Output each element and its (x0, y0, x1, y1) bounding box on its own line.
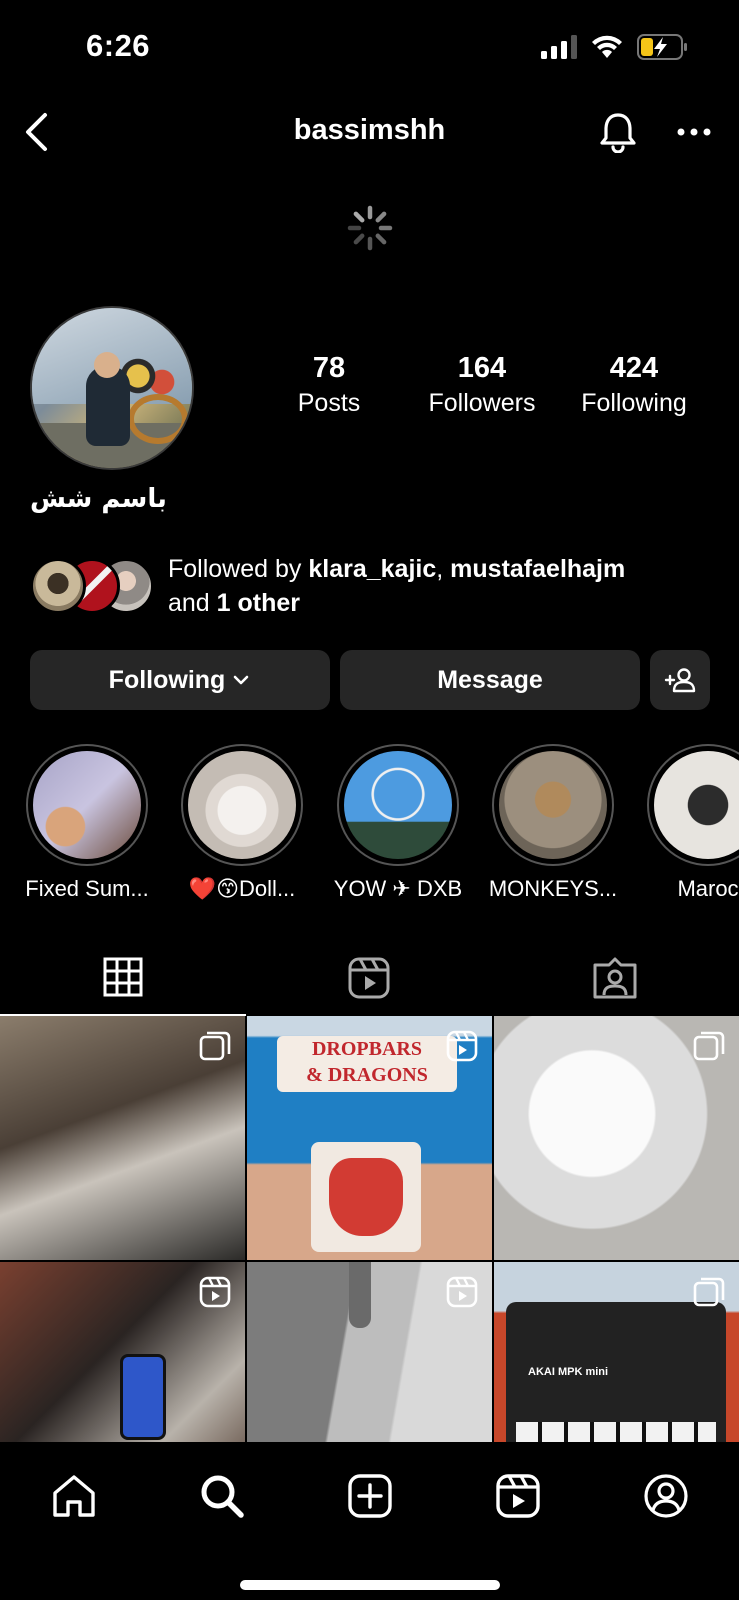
followed-by-prefix: Followed by (168, 555, 309, 583)
more-horizontal-icon (677, 128, 711, 136)
mutual-user-1: klara_kajic (308, 555, 437, 583)
status-icons (541, 34, 689, 60)
mutual-avatar (30, 558, 86, 614)
highlight-cover (33, 751, 141, 859)
poster-line-1: DROPBARS (311, 1038, 422, 1060)
reel-badge-icon (446, 1276, 478, 1308)
nav-home[interactable] (44, 1466, 104, 1526)
bell-icon (600, 113, 636, 153)
following-button[interactable]: Following (30, 650, 330, 710)
mutual-avatars (30, 558, 154, 614)
highlight-label: Maroc (677, 876, 739, 901)
grid-icon (103, 957, 143, 997)
tab-posts-grid[interactable] (0, 940, 246, 1016)
status-bar: 6:26 (0, 0, 739, 100)
followed-by-separator: , (436, 555, 451, 583)
posts-stat[interactable]: 78 Posts (278, 352, 380, 418)
add-user-icon (664, 668, 696, 693)
post-thumbnail[interactable] (494, 1016, 739, 1260)
create-icon (348, 1474, 392, 1518)
followed-by-and: and (168, 589, 217, 617)
nav-create[interactable] (340, 1466, 400, 1526)
reels-icon (496, 1474, 540, 1518)
carousel-icon (693, 1031, 725, 1061)
reels-icon (348, 957, 390, 999)
nav-profile[interactable] (636, 1466, 696, 1526)
highlight-label: Fixed Sum... (25, 876, 149, 901)
tab-tagged[interactable] (492, 940, 738, 1016)
profile-display-name: باسم شش (30, 484, 167, 514)
highlight-label: MONKEYS... (488, 876, 618, 901)
highlight-cover (654, 751, 739, 859)
wifi-icon (592, 35, 622, 58)
message-button[interactable]: Message (340, 650, 640, 710)
posts-count: 78 (312, 352, 346, 384)
mutual-user-2: mustafaelhajm (450, 555, 626, 583)
post-thumbnail[interactable] (247, 1262, 492, 1442)
bottom-navigation (0, 1442, 739, 1600)
posts-label: Posts (297, 389, 361, 417)
home-indicator[interactable] (240, 1580, 500, 1590)
tagged-icon (593, 957, 637, 999)
posts-grid: DROPBARS & DRAGONS AKAI MPK mini (0, 1016, 739, 1442)
reel-badge-icon (446, 1030, 478, 1062)
battery-charging-icon (637, 34, 687, 60)
profile-avatar[interactable] (30, 306, 194, 470)
suggested-users-button[interactable] (650, 650, 710, 710)
profile-header: bassimshh (0, 100, 739, 164)
following-stat[interactable]: 424 Following (572, 352, 696, 418)
home-icon (53, 1475, 95, 1517)
carousel-icon (199, 1031, 231, 1061)
nav-reels[interactable] (488, 1466, 548, 1526)
highlight-item[interactable]: YOW ✈ DXB (323, 744, 473, 902)
highlight-label: ❤️😙Doll... (188, 876, 296, 901)
highlight-item[interactable]: Maroc (633, 744, 739, 902)
highlight-item[interactable]: MONKEYS... (478, 744, 628, 902)
post-poster: DROPBARS & DRAGONS (277, 1036, 457, 1092)
loading-spinner-icon (347, 205, 393, 251)
post-thumbnail[interactable] (0, 1016, 245, 1260)
signal-icon (541, 35, 577, 59)
following-count: 424 (609, 352, 659, 384)
following-button-label: Following (108, 665, 226, 694)
chevron-down-icon (234, 675, 249, 685)
followers-label: Followers (428, 389, 536, 417)
followed-by-text: Followed by klara_kajic, mustafaelhajm a… (168, 552, 625, 620)
notifications-button[interactable] (593, 106, 643, 158)
following-label: Following (581, 389, 687, 417)
poster-line-2: & DRAGONS (306, 1064, 428, 1086)
nav-search[interactable] (192, 1466, 252, 1526)
mutual-others: 1 other (216, 589, 301, 617)
highlight-cover (188, 751, 296, 859)
carousel-icon (693, 1277, 725, 1307)
post-thumbnail[interactable] (0, 1262, 245, 1442)
highlight-item[interactable]: ❤️😙Doll... (167, 744, 317, 902)
message-button-label: Message (437, 665, 543, 694)
profile-icon (644, 1474, 688, 1518)
tab-reels[interactable] (246, 940, 492, 1016)
reel-badge-icon (199, 1276, 231, 1308)
post-thumbnail[interactable]: DROPBARS & DRAGONS (247, 1016, 492, 1260)
highlight-cover (499, 751, 607, 859)
profile-actions: Following Message (30, 650, 710, 710)
story-highlights: Fixed Sum... ❤️😙Doll... YOW ✈ DXB MONKEY… (0, 744, 739, 904)
followers-stat[interactable]: 164 Followers (418, 352, 546, 418)
followed-by-row[interactable]: Followed by klara_kajic, mustafaelhajm a… (30, 552, 720, 618)
post-thumbnail[interactable]: AKAI MPK mini (494, 1262, 739, 1442)
highlight-label: YOW ✈ DXB (333, 876, 463, 901)
status-time: 6:26 (86, 28, 151, 63)
profile-content-tabs (0, 940, 739, 1016)
search-icon (201, 1475, 244, 1518)
highlight-cover (344, 751, 452, 859)
more-options-button[interactable] (669, 106, 719, 158)
keyboard-brand-text: AKAI MPK mini (528, 1366, 609, 1378)
followers-count: 164 (457, 352, 507, 384)
highlight-item[interactable]: Fixed Sum... (12, 744, 162, 902)
